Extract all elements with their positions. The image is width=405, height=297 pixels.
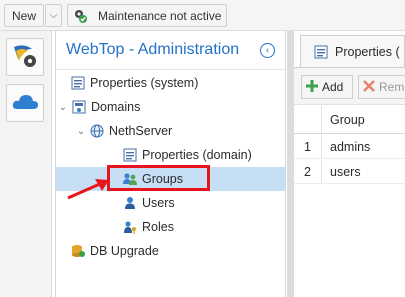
- panel-splitter[interactable]: [287, 31, 294, 297]
- db-upgrade-icon: [70, 243, 86, 259]
- grid-header: Group: [294, 106, 405, 134]
- remove-button-label: Rem: [379, 80, 405, 94]
- properties-icon: [70, 75, 86, 91]
- admin-settings-icon: [10, 41, 40, 74]
- chevron-down-icon: ⌵: [49, 10, 58, 21]
- properties-icon: [313, 44, 329, 60]
- tree-item-label: NethServer: [109, 124, 173, 138]
- add-button[interactable]: Add: [301, 75, 353, 99]
- tree-item-label: Users: [142, 196, 175, 210]
- tree-item-label: Properties (domain): [142, 148, 252, 162]
- annotation-arrow-icon: [67, 179, 109, 200]
- domains-icon: [71, 99, 87, 115]
- expand-chevron-icon[interactable]: ⌄: [76, 126, 86, 137]
- tree-item-roles[interactable]: Roles: [56, 215, 285, 239]
- panel-title: WebTop - Administration: [66, 41, 240, 58]
- add-button-label: Add: [322, 80, 344, 94]
- app-rail: [0, 31, 52, 297]
- maintenance-gear-icon: [72, 8, 88, 24]
- groups-properties-panel: Properties ( Add Rem Group 1 admins 2 us…: [294, 31, 405, 297]
- new-button-label: New: [11, 8, 36, 23]
- remove-button[interactable]: Rem: [358, 75, 405, 99]
- cloud-icon: [10, 87, 40, 120]
- top-toolbar: New ⌵ Maintenance not active: [0, 0, 405, 31]
- plus-icon: [306, 79, 318, 95]
- row-number: 2: [294, 160, 322, 183]
- admin-app-button[interactable]: [6, 38, 44, 76]
- user-icon: [122, 195, 138, 211]
- collapse-panel-button[interactable]: ‹: [260, 43, 275, 58]
- tree-item-domains[interactable]: ⌄ Domains: [56, 95, 285, 119]
- column-header-group[interactable]: Group: [322, 113, 365, 127]
- tree-item-label: Properties (system): [90, 76, 199, 90]
- expand-chevron-icon[interactable]: ⌄: [58, 102, 68, 113]
- tree-item-properties-domain[interactable]: Properties (domain): [56, 143, 285, 167]
- properties-icon: [122, 147, 138, 163]
- admin-tree-panel: WebTop - Administration ‹ Properties (sy…: [55, 31, 286, 297]
- maintenance-label: Maintenance not active: [98, 8, 222, 23]
- group-cell: users: [330, 164, 361, 179]
- group-cell: admins: [330, 139, 371, 154]
- tree-item-label: Domains: [91, 100, 141, 114]
- tree-item-label: Roles: [142, 220, 174, 234]
- tree-item-db-upgrade[interactable]: DB Upgrade: [56, 239, 285, 263]
- new-menu-caret[interactable]: ⌵: [45, 4, 62, 27]
- grid-toolbar: Add Rem: [294, 67, 405, 105]
- new-button[interactable]: New: [4, 4, 44, 27]
- tree-item-nethserver[interactable]: ⌄ NethServer: [56, 119, 285, 143]
- cloud-app-button[interactable]: [6, 84, 44, 122]
- row-number-header: [294, 106, 322, 133]
- panel-header: WebTop - Administration: [56, 31, 285, 70]
- chevron-left-icon: ‹: [265, 44, 270, 56]
- remove-x-icon: [363, 79, 375, 95]
- table-row[interactable]: 2 users: [294, 160, 405, 184]
- row-number: 1: [294, 135, 322, 158]
- tree-item-properties-system[interactable]: Properties (system): [56, 71, 285, 95]
- maintenance-button[interactable]: Maintenance not active: [67, 4, 227, 27]
- globe-icon: [89, 123, 105, 139]
- roles-icon: [122, 219, 138, 235]
- tree-item-label: DB Upgrade: [90, 244, 159, 258]
- tab-properties[interactable]: Properties (: [300, 35, 405, 67]
- table-row[interactable]: 1 admins: [294, 135, 405, 159]
- annotation-highlight-box: [107, 165, 210, 191]
- tab-label: Properties (: [335, 44, 400, 59]
